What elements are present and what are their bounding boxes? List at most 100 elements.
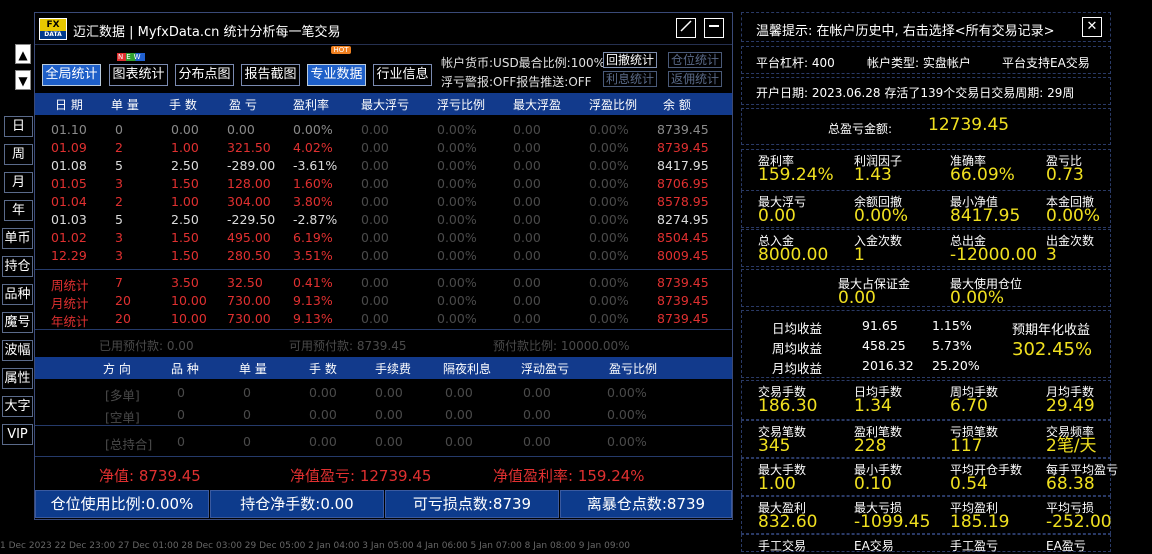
period-week-button[interactable]: 周 xyxy=(4,144,33,165)
cell: 0.00 xyxy=(513,140,541,155)
cell: 0.00 xyxy=(171,122,199,137)
cell: 0.00% xyxy=(589,122,629,137)
tab-chart-stats[interactable]: 图表统计 xyxy=(109,64,168,86)
period-year-button[interactable]: 年 xyxy=(4,200,33,221)
col-pnl: 盈 亏 xyxy=(229,98,257,112)
tab-distribution[interactable]: 分布点图 xyxy=(175,64,234,86)
stat-value: 1 xyxy=(854,245,865,265)
cell: 3 xyxy=(115,230,123,245)
tab-industry-info[interactable]: 行业信息 xyxy=(373,64,432,86)
cell: 8739.45 xyxy=(657,275,709,290)
cell: 0.00 xyxy=(375,407,403,422)
stat-value: -1099.45 xyxy=(854,512,931,532)
cell: 8739.45 xyxy=(657,311,709,326)
loss-points: 可亏损点数:8739 xyxy=(385,490,559,518)
net-lots: 持仓净手数:0.00 xyxy=(210,490,384,518)
cell: 8706.95 xyxy=(657,176,709,191)
cell: 0.00 xyxy=(513,176,541,191)
attributes-button[interactable]: 属性 xyxy=(2,368,33,389)
symbol-button[interactable]: 品种 xyxy=(2,284,33,305)
magic-number-button[interactable]: 魔号 xyxy=(2,312,33,333)
tab-report-screenshot[interactable]: 报告截图 xyxy=(241,64,300,86)
cell: 495.00 xyxy=(227,230,271,245)
table-row: 01.09 2 1.00 321.50 4.02% 0.00 0.00% 0.00 0.00% 8… xyxy=(35,139,732,157)
close-icon[interactable]: ✕ xyxy=(1082,17,1102,37)
holding-button[interactable]: 持仓 xyxy=(2,256,33,277)
cell: 321.50 xyxy=(227,140,271,155)
cell: 0 xyxy=(243,434,251,449)
col-profit-rate: 盈利率 xyxy=(293,98,330,112)
cell: [总持合] xyxy=(105,437,153,452)
cell: 0.00 xyxy=(513,194,541,209)
table-header: 日 期 单 量 手 数 盈 亏 盈利率 最大浮亏 浮亏比例 最大浮盈 浮盈比例 … xyxy=(35,93,732,115)
cell: 0.00% xyxy=(607,385,647,400)
cell: 0.00% xyxy=(437,293,477,308)
resize-icon[interactable] xyxy=(676,18,696,38)
cell: 01.03 xyxy=(51,212,87,227)
cell: 8739.45 xyxy=(657,293,709,308)
stat-value: 185.19 xyxy=(950,512,1010,532)
cell: 7 xyxy=(115,275,123,290)
cell: 12.29 xyxy=(51,248,87,263)
account-summary-panel: 温馨提示: 在帐户历史中, 右击选择<所有交易记录> ✕ 平台杠杆: 400 帐… xyxy=(738,0,1152,553)
cell: -229.50 xyxy=(227,212,276,227)
cell: 9.13% xyxy=(293,293,333,308)
cell: 0.00 xyxy=(361,194,389,209)
cell: 0.00 xyxy=(513,311,541,326)
position-stats-button[interactable]: 仓位统计 xyxy=(668,52,723,68)
rebate-stats-button[interactable]: 返佣统计 xyxy=(668,71,723,87)
margin-level: 预付款比例: 10000.00% xyxy=(493,339,630,353)
stat-value: 0.00% xyxy=(854,206,909,226)
cell: 1.60% xyxy=(293,176,333,191)
stat-value: 345 xyxy=(758,436,791,456)
average-cell: 458.25 xyxy=(862,338,906,353)
cell: 3.80% xyxy=(293,194,333,209)
stat-value: 228 xyxy=(854,436,887,456)
cell: 730.00 xyxy=(227,311,271,326)
col-float-loss-ratio: 浮亏比例 xyxy=(437,98,486,112)
scroll-down-icon[interactable]: ▼ xyxy=(15,70,31,90)
cell: 01.02 xyxy=(51,230,87,245)
table-row: 01.05 3 1.50 128.00 1.60% 0.00 0.00% 0.00 0.00% 8… xyxy=(35,175,732,193)
minimize-icon[interactable] xyxy=(704,18,724,38)
cell: 0.00 xyxy=(513,122,541,137)
col-swap: 隔夜利息 xyxy=(443,362,492,376)
average-cell: 91.65 xyxy=(862,318,898,333)
cell: -2.87% xyxy=(293,212,338,227)
scroll-up-icon[interactable]: ▲ xyxy=(15,44,31,64)
net-equity-rate: 净值盈利率: 159.24% xyxy=(493,467,645,485)
cell: 0.00 xyxy=(375,434,403,449)
stat-value: 3 xyxy=(1046,245,1057,265)
cell: 1.50 xyxy=(171,176,199,191)
vip-button[interactable]: VIP xyxy=(2,424,33,445)
annual-label: 预期年化收益 xyxy=(1012,323,1091,338)
stat-value: 117 xyxy=(950,436,983,456)
cell: 1.50 xyxy=(171,230,199,245)
period-day-button[interactable]: 日 xyxy=(4,116,33,137)
cell: 0.00 xyxy=(309,434,337,449)
stat-value: 1.00 xyxy=(758,474,796,494)
withdraw-stats-button[interactable]: 回撤统计 xyxy=(603,52,658,68)
single-currency-button[interactable]: 单币 xyxy=(2,228,33,249)
volatility-button[interactable]: 波幅 xyxy=(2,340,33,361)
cell: 0.00 xyxy=(361,311,389,326)
stat-value: 1.43 xyxy=(854,165,892,185)
period-month-button[interactable]: 月 xyxy=(4,172,33,193)
average-box: 日均收益 91.65 1.15% 周均收益 458.25 5.73% 月均收益 2016.32… xyxy=(741,310,1111,378)
large-font-button[interactable]: 大字 xyxy=(2,396,33,417)
total-profit-label: 总盈亏金额: xyxy=(828,122,893,136)
tab-pro-data[interactable]: 专业数据 xyxy=(307,64,366,86)
cell: 0.00% xyxy=(437,230,477,245)
open-date: 开户日期: 2023.06.28 存活了139个交易日交易周期: 29周 xyxy=(756,86,1075,100)
cell: 2 xyxy=(115,194,123,209)
interest-stats-button[interactable]: 利息统计 xyxy=(603,71,658,87)
cell: 2.50 xyxy=(171,158,199,173)
cell: 0.00% xyxy=(589,275,629,290)
cell: 3 xyxy=(115,176,123,191)
table-row: 01.02 3 1.50 495.00 6.19% 0.00 0.00% 0.00 0.00% 8… xyxy=(35,229,732,247)
stat-value: -12000.00 xyxy=(950,245,1038,265)
table-row: 01.08 5 2.50 -289.00 -3.61% 0.00 0.00% 0.00 0.00… xyxy=(35,157,732,175)
separator xyxy=(35,425,732,426)
tab-global-stats[interactable]: 全局统计 xyxy=(42,64,101,86)
cell: 1.00 xyxy=(171,194,199,209)
